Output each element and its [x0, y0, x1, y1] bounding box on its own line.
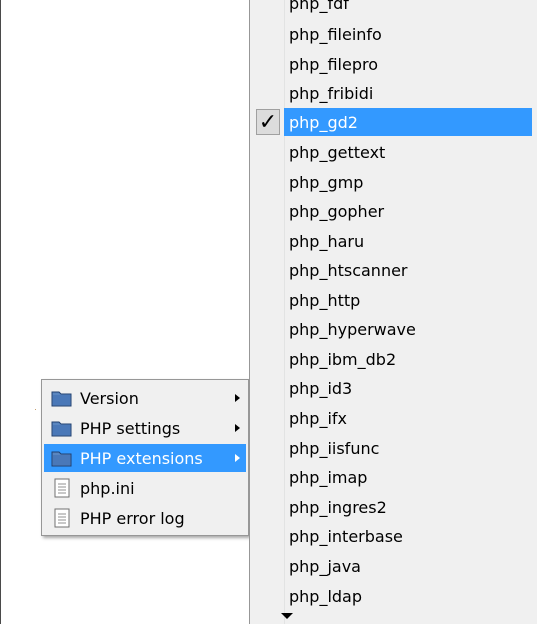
extension-label: php_gd2	[289, 112, 358, 132]
extension-label: php_id3	[289, 378, 353, 398]
extension-item-php-imap[interactable]: php_imap	[284, 463, 532, 491]
extension-label: php_ldap	[289, 586, 363, 606]
extension-label: php_ibm_db2	[289, 349, 397, 369]
folder-icon	[51, 391, 72, 407]
extension-item-php-ifx[interactable]: php_ifx	[284, 404, 532, 432]
extension-item-php-ldap[interactable]: php_ldap	[284, 582, 532, 610]
menu-item-php-error-log[interactable]: PHP error log	[44, 504, 246, 532]
extension-label: php_filepro	[289, 54, 378, 74]
menu-item-php-extensions[interactable]: PHP extensions	[44, 444, 246, 472]
extension-label: php_fileinfo	[289, 24, 382, 44]
extension-item-php-java[interactable]: php_java	[284, 552, 532, 580]
stray-pixel	[35, 409, 36, 410]
extension-item-php-haru[interactable]: php_haru	[284, 227, 532, 255]
menu-item-label: PHP error log	[80, 508, 185, 528]
extension-item-php-http[interactable]: php_http	[284, 286, 532, 314]
extension-item-php-fribidi[interactable]: php_fribidi	[284, 79, 532, 107]
submenu-arrow-icon	[235, 424, 240, 432]
context-menu: Version PHP settings PHP extensions php.…	[41, 379, 249, 536]
extension-label: php_java	[289, 556, 361, 576]
checkmark-icon: ✓	[256, 109, 280, 135]
extension-label: php_ingres2	[289, 497, 387, 517]
extension-item-php-fdf[interactable]: php_fdf	[284, 0, 532, 17]
extension-item-php-gettext[interactable]: php_gettext	[284, 138, 532, 166]
extension-item-php-id3[interactable]: php_id3	[284, 374, 532, 402]
extension-item-php-ibm-db2[interactable]: php_ibm_db2	[284, 345, 532, 373]
document-icon	[54, 478, 70, 498]
extension-label: php_haru	[289, 231, 365, 251]
menu-item-label: PHP settings	[80, 418, 181, 438]
menu-item-version[interactable]: Version	[44, 384, 246, 412]
extensions-submenu: php_fdf php_fileinfo php_filepro php_fri…	[249, 0, 537, 624]
extension-label: php_htscanner	[289, 260, 408, 280]
menu-item-php-settings[interactable]: PHP settings	[44, 414, 246, 442]
extension-item-php-fileinfo[interactable]: php_fileinfo	[284, 20, 532, 48]
extension-label: php_ifx	[289, 408, 347, 428]
extension-item-php-gmp[interactable]: php_gmp	[284, 168, 532, 196]
extension-label: php_imap	[289, 467, 368, 487]
extension-label: php_interbase	[289, 526, 403, 546]
extension-item-php-htscanner[interactable]: php_htscanner	[284, 256, 532, 284]
extension-item-php-ingres2[interactable]: php_ingres2	[284, 493, 532, 521]
extension-item-php-gd2[interactable]: php_gd2	[284, 108, 532, 136]
extension-label: php_gettext	[289, 142, 386, 162]
menu-item-label: PHP extensions	[80, 448, 203, 468]
menu-item-label: Version	[80, 388, 139, 408]
extension-label: php_http	[289, 290, 361, 310]
document-icon	[54, 508, 70, 528]
folder-icon	[51, 421, 72, 437]
menu-item-label: php.ini	[80, 478, 135, 498]
menu-item-php-ini[interactable]: php.ini	[44, 474, 246, 502]
extension-label: php_gopher	[289, 201, 385, 221]
extension-item-php-hyperwave[interactable]: php_hyperwave	[284, 315, 532, 343]
extension-label: php_gmp	[289, 172, 364, 192]
extension-label: php_fribidi	[289, 83, 374, 103]
submenu-arrow-icon	[235, 394, 240, 402]
scroll-down-arrow-icon[interactable]	[281, 613, 293, 619]
extension-item-php-gopher[interactable]: php_gopher	[284, 197, 532, 225]
extension-label: php_hyperwave	[289, 319, 416, 339]
extension-item-php-iisfunc[interactable]: php_iisfunc	[284, 434, 532, 462]
extension-item-php-filepro[interactable]: php_filepro	[284, 50, 532, 78]
extension-label: php_fdf	[289, 0, 349, 13]
extension-item-php-interbase[interactable]: php_interbase	[284, 522, 532, 550]
extension-label: php_iisfunc	[289, 438, 380, 458]
folder-icon	[51, 451, 72, 467]
submenu-arrow-icon	[235, 454, 240, 462]
